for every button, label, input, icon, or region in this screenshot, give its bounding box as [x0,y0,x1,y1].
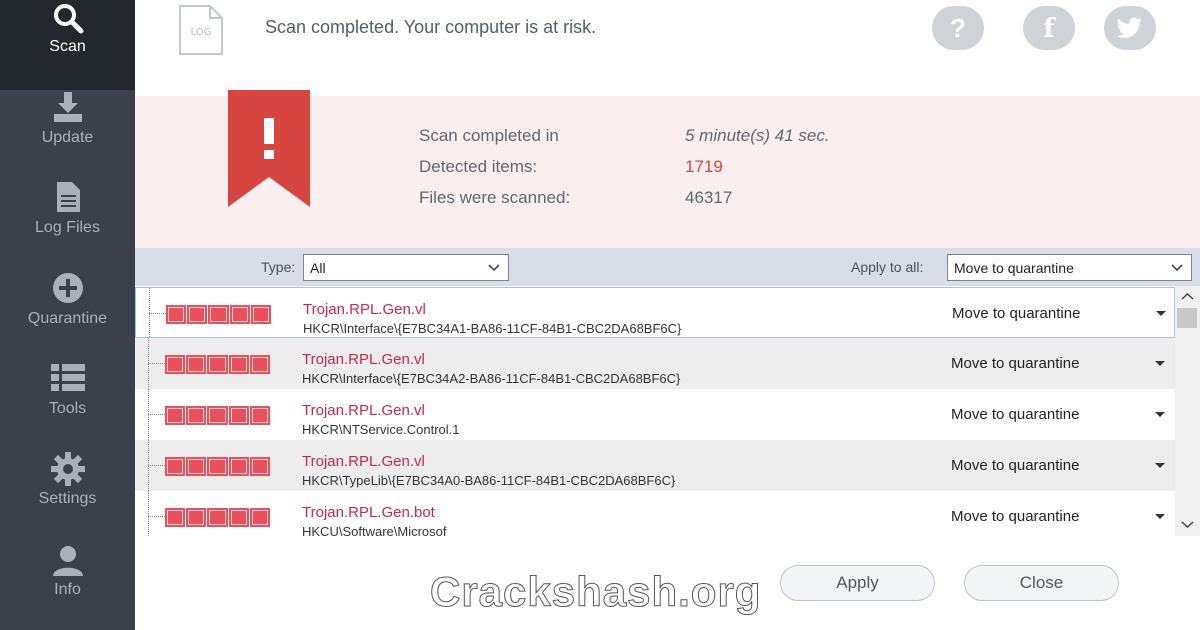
download-icon [53,92,82,122]
scroll-thumb[interactable] [1177,308,1197,328]
scroll-down-icon[interactable] [1175,516,1200,534]
alert-bookmark-icon [228,90,310,207]
sidebar-item-label: Settings [38,490,97,507]
table-row[interactable]: Trojan.RPL.Gen.bot HKCU\Software\Microso… [135,491,1175,536]
files-scanned-value: 46317 [685,188,733,207]
row-action-select[interactable]: Move to quarantine [951,508,1079,525]
apply-all-label: Apply to all: [851,259,924,275]
gear-icon [50,452,85,486]
threat-level-bar [165,508,271,527]
threat-path: HKCR\Interface\{E7BC34A2-BA86-11CF-84B1-… [302,371,681,386]
sidebar-item-info[interactable]: Info [0,540,135,630]
close-button[interactable]: Close [964,565,1119,601]
sidebar-item-scan[interactable]: Scan [0,0,135,90]
threat-path: HKCU\Software\Microsof [302,524,447,536]
threat-level-bar [165,355,271,374]
scan-status-text: Scan completed. Your computer is at risk… [265,17,597,37]
watermark-text: Crackshash.org [429,568,762,616]
table-row[interactable]: Trojan.RPL.Gen.vl HKCR\Interface\{E7BC34… [135,287,1175,339]
sidebar-item-label: Update [41,129,94,146]
list-scrollbar[interactable] [1175,286,1200,536]
sidebar-item-label: Log Files [35,219,100,236]
sidebar-item-label: Scan [49,38,86,55]
twitter-icon [1117,17,1142,39]
sidebar-item-quarantine[interactable]: Quarantine [0,270,135,360]
apply-all-value: Move to quarantine [954,260,1074,276]
tree-connector [148,414,165,415]
tree-connector [149,313,166,314]
threat-path: HKCR\TypeLib\{E7BC34A0-BA86-11CF-84B1-CB… [302,473,676,488]
threat-path: HKCR\NTService.Control.1 [302,422,460,437]
detected-items-label: Detected items: [419,157,538,176]
facebook-button[interactable]: f [1023,6,1075,50]
threat-path: HKCR\Interface\{E7BC34A1-BA86-11CF-84B1-… [303,321,682,336]
log-file-icon: LOG [179,5,223,55]
caret-down-icon[interactable] [1155,412,1165,417]
tree-connector [148,516,165,517]
list-icon [50,364,85,391]
row-action-select[interactable]: Move to quarantine [951,355,1079,372]
scan-summary-panel: Scan completed in 5 minute(s) 41 sec. De… [135,90,1200,248]
sidebar-item-settings[interactable]: Settings [0,450,135,540]
table-row[interactable]: Trojan.RPL.Gen.vl HKCR\TypeLib\{E7BC34A0… [135,440,1175,491]
sidebar-item-log-files[interactable]: Log Files [0,180,135,270]
sidebar-item-label: Tools [48,400,87,417]
threat-level-bar [165,457,271,476]
caret-down-icon[interactable] [1155,361,1165,366]
row-action-select[interactable]: Move to quarantine [952,305,1080,322]
threat-name: Trojan.RPL.Gen.bot [302,504,435,521]
search-icon [53,4,83,34]
sidebar-item-label: Quarantine [27,310,108,327]
table-row[interactable]: Trojan.RPL.Gen.vl HKCR\Interface\{E7BC34… [135,338,1175,389]
threat-level-bar [165,406,271,425]
user-icon [52,546,83,576]
help-button[interactable]: ? [932,6,984,50]
threat-name: Trojan.RPL.Gen.vl [302,351,425,368]
type-filter-select[interactable]: All [303,254,509,281]
scan-duration-value: 5 minute(s) 41 sec. [685,126,830,145]
threat-list: Trojan.RPL.Gen.vl HKCR\Interface\{E7BC34… [135,286,1175,536]
tree-connector [148,491,149,536]
caret-down-icon[interactable] [1155,463,1165,468]
threat-name: Trojan.RPL.Gen.vl [303,301,426,318]
chevron-down-icon [488,264,500,272]
files-scanned-label: Files were scanned: [419,188,571,207]
apply-all-select[interactable]: Move to quarantine [947,254,1192,281]
caret-down-icon[interactable] [1156,311,1166,316]
tree-connector [148,465,165,466]
type-filter-label: Type: [261,259,296,275]
sidebar: Scan Update Log Files Quarantine Tools S… [0,0,135,630]
log-icon-label: LOG [191,27,212,38]
file-icon [56,182,80,212]
scan-duration-label: Scan completed in [419,126,559,145]
type-filter-value: All [310,260,326,276]
row-action-select[interactable]: Move to quarantine [951,457,1079,474]
sidebar-item-tools[interactable]: Tools [0,360,135,450]
plus-circle-icon [52,273,83,303]
caret-down-icon[interactable] [1155,514,1165,519]
twitter-button[interactable] [1104,6,1156,50]
help-icon: ? [950,13,966,43]
apply-button[interactable]: Apply [780,565,935,601]
threat-name: Trojan.RPL.Gen.vl [302,402,425,419]
sidebar-item-label: Info [54,581,81,598]
detected-items-value: 1719 [685,157,723,176]
row-action-select[interactable]: Move to quarantine [951,406,1079,423]
scroll-up-icon[interactable] [1175,288,1200,306]
filter-bar: Type: All Apply to all: Move to quaranti… [135,248,1200,286]
threat-level-bar [166,305,272,324]
threat-name: Trojan.RPL.Gen.vl [302,453,425,470]
table-row[interactable]: Trojan.RPL.Gen.vl HKCR\NTService.Control… [135,389,1175,440]
tree-connector [148,363,165,364]
chevron-down-icon [1171,264,1183,272]
header: LOG Scan completed. Your computer is at … [135,0,1200,72]
facebook-icon: f [1043,14,1055,44]
sidebar-item-update[interactable]: Update [0,90,135,180]
